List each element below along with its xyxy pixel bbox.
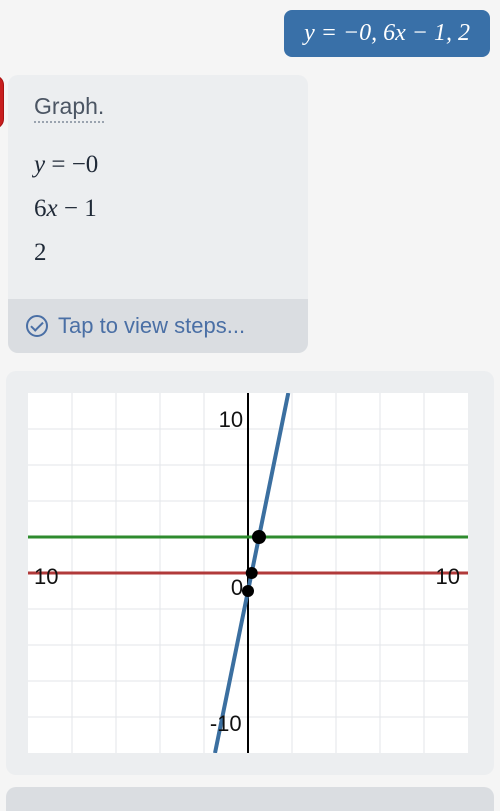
chart-svg [28, 393, 468, 753]
app-logo-icon [0, 75, 4, 129]
y-tick-bottom: -10 [210, 711, 242, 737]
point-intersection-y0 [246, 567, 258, 579]
user-message-text: y = −0, 6x − 1, 2 [304, 20, 470, 46]
y-tick-top: 10 [219, 407, 243, 433]
plot-area[interactable]: 10 -10 10 10 0 [28, 393, 468, 753]
checkmark-circle-icon [26, 315, 48, 337]
user-message-bubble: y = −0, 6x − 1, 2 [284, 10, 490, 57]
x-tick-right: 10 [436, 564, 460, 590]
steps-label: Tap to view steps... [58, 313, 245, 339]
point-intercept [242, 585, 254, 597]
math-line-3: 2 [34, 239, 286, 267]
math-line-1: y = −0 [34, 151, 286, 179]
math-line-2: 6x − 1 [34, 195, 286, 223]
answer-card: Graph. y = −0 6x − 1 2 Tap to view steps… [8, 75, 308, 353]
origin-label: 0 [231, 575, 243, 601]
footer-band [6, 787, 494, 811]
graph-panel: 10 -10 10 10 0 [6, 371, 494, 775]
x-tick-left: 10 [34, 564, 58, 590]
point-intersection-y2 [252, 530, 266, 544]
view-steps-button[interactable]: Tap to view steps... [8, 299, 308, 353]
answer-title: Graph. [34, 93, 104, 123]
